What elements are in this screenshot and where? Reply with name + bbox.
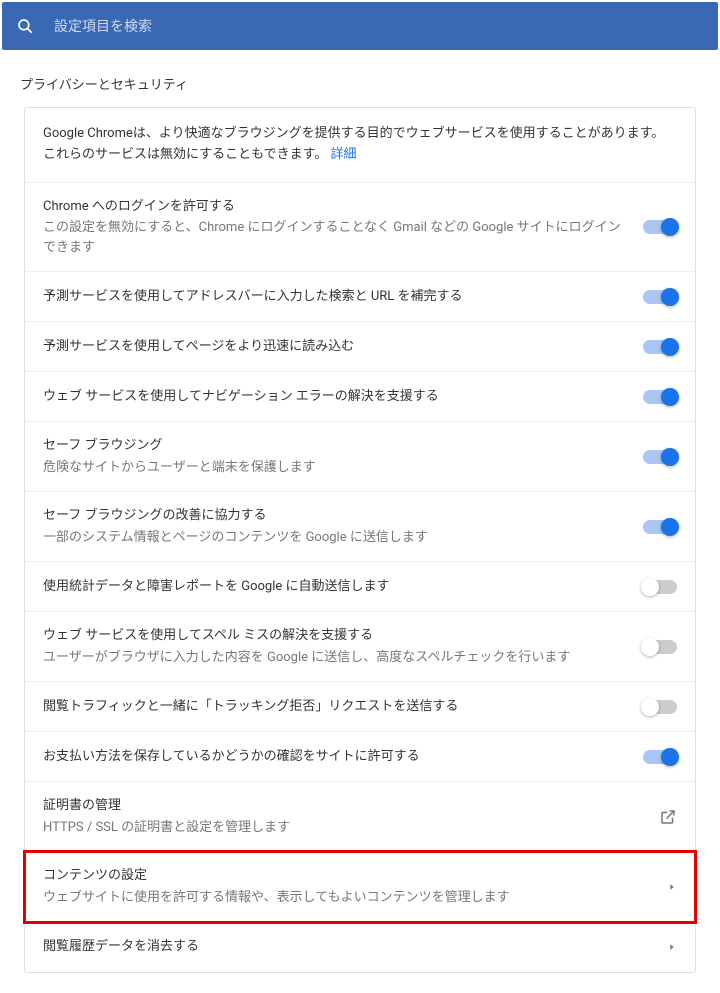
row-content-settings[interactable]: コンテンツの設定 ウェブサイトに使用を許可する情報や、表示してもよいコンテンツを… [25,852,695,922]
toggle-nav-error[interactable] [643,390,677,404]
toggle-spellcheck[interactable] [643,640,677,654]
row-title: 閲覧トラフィックと一緒に「トラッキング拒否」リクエストを送信する [43,697,631,717]
row-safe-browsing[interactable]: セーフ ブラウジング 危険なサイトからユーザーと端末を保護します [25,422,695,492]
row-title: 証明書の管理 [43,796,647,816]
search-input[interactable] [54,18,704,34]
row-usage-stats[interactable]: 使用統計データと障害レポートを Google に自動送信します [25,562,695,612]
row-title: お支払い方法を保存しているかどうかの確認をサイトに許可する [43,747,631,767]
section-title: プライバシーとセキュリティ [0,52,720,107]
search-icon [16,17,34,35]
row-title: 予測サービスを使用してアドレスバーに入力した検索と URL を補完する [43,287,631,307]
intro-text: Google Chromeは、より快適なブラウジングを提供する目的でウェブサービ… [25,108,695,183]
toggle-safe-improve[interactable] [643,520,677,534]
toggle-usage-stats[interactable] [643,580,677,594]
row-sub: ウェブサイトに使用を許可する情報や、表示してもよいコンテンツを管理します [43,888,655,908]
row-clear-history[interactable]: 閲覧履歴データを消去する [25,922,695,972]
external-link-icon [659,808,677,826]
privacy-card: Google Chromeは、より快適なブラウジングを提供する目的でウェブサービ… [24,107,696,973]
row-title: セーフ ブラウジング [43,436,631,456]
row-title: 使用統計データと障害レポートを Google に自動送信します [43,577,631,597]
toggle-safe-browsing[interactable] [643,450,677,464]
row-do-not-track[interactable]: 閲覧トラフィックと一緒に「トラッキング拒否」リクエストを送信する [25,682,695,732]
toggle-do-not-track[interactable] [643,700,677,714]
row-login[interactable]: Chrome へのログインを許可する この設定を無効にすると、Chrome にロ… [25,183,695,273]
toggle-predict-url[interactable] [643,290,677,304]
row-title: ウェブ サービスを使用してスペル ミスの解決を支援する [43,626,631,646]
row-title: Chrome へのログインを許可する [43,197,631,217]
toggle-predict-page[interactable] [643,340,677,354]
row-predict-page[interactable]: 予測サービスを使用してページをより迅速に読み込む [25,322,695,372]
toggle-payment-check[interactable] [643,750,677,764]
search-bar[interactable] [2,2,718,50]
row-safe-improve[interactable]: セーフ ブラウジングの改善に協力する 一部のシステム情報とページのコンテンツを … [25,492,695,562]
row-sub: この設定を無効にすると、Chrome にログインすることなく Gmail などの… [43,218,631,257]
row-title: セーフ ブラウジングの改善に協力する [43,506,631,526]
row-title: コンテンツの設定 [43,866,655,886]
row-sub: 危険なサイトからユーザーと端末を保護します [43,458,631,478]
row-sub: 一部のシステム情報とページのコンテンツを Google に送信します [43,528,631,548]
toggle-login[interactable] [643,220,677,234]
row-sub: HTTPS / SSL の証明書と設定を管理します [43,818,647,838]
row-title: 閲覧履歴データを消去する [43,937,655,957]
row-title: 予測サービスを使用してページをより迅速に読み込む [43,337,631,357]
row-title: ウェブ サービスを使用してナビゲーション エラーの解決を支援する [43,387,631,407]
chevron-right-icon [667,882,677,892]
intro-link[interactable]: 詳細 [331,147,357,162]
row-nav-error[interactable]: ウェブ サービスを使用してナビゲーション エラーの解決を支援する [25,372,695,422]
row-sub: ユーザーがブラウザに入力した内容を Google に送信し、高度なスペルチェック… [43,648,631,668]
row-payment-check[interactable]: お支払い方法を保存しているかどうかの確認をサイトに許可する [25,732,695,782]
row-spellcheck[interactable]: ウェブ サービスを使用してスペル ミスの解決を支援する ユーザーがブラウザに入力… [25,612,695,682]
row-certificates[interactable]: 証明書の管理 HTTPS / SSL の証明書と設定を管理します [25,782,695,852]
row-predict-url[interactable]: 予測サービスを使用してアドレスバーに入力した検索と URL を補完する [25,272,695,322]
chevron-right-icon [667,942,677,952]
